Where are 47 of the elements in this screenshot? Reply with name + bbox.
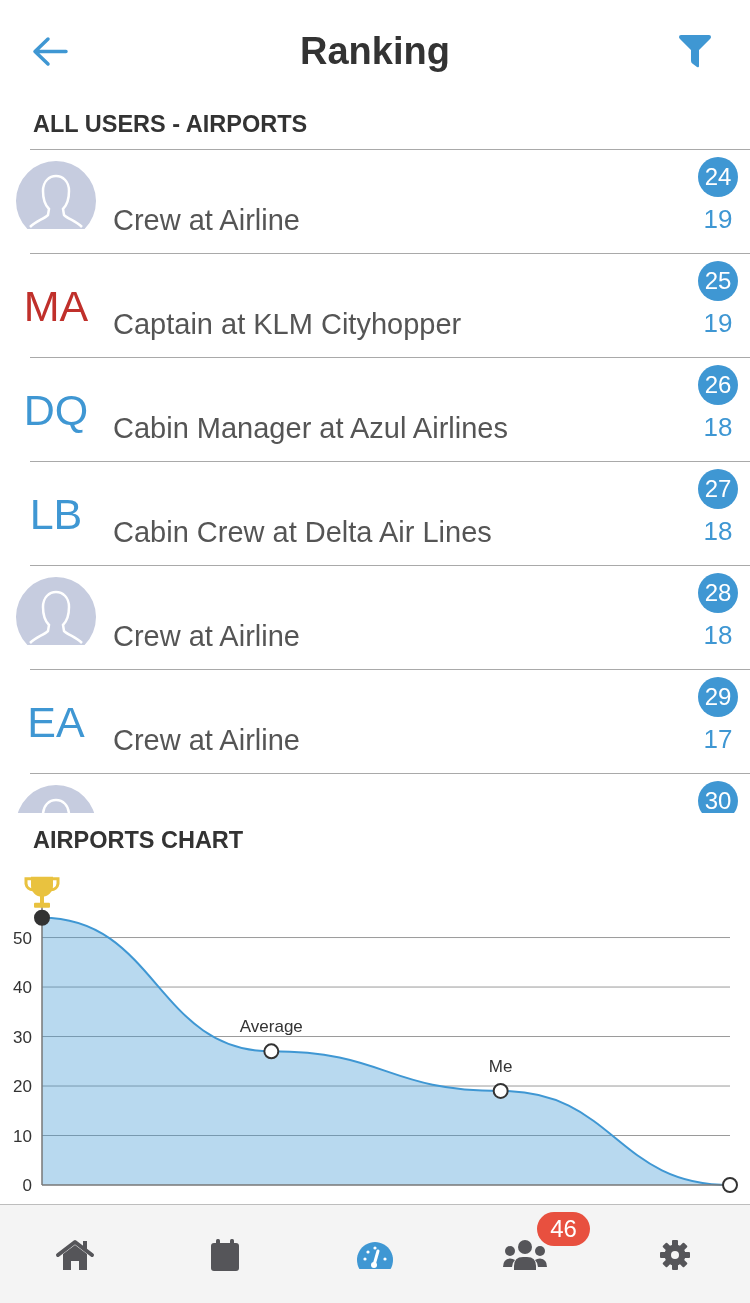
back-button[interactable] [32, 35, 68, 67]
user-role-text: Crew at Airline [113, 724, 300, 756]
score-text: 19 [703, 308, 733, 338]
user-role-text: Cabin Crew at Delta Air Lines [113, 516, 492, 548]
axis-tick-label: 0 [22, 1176, 32, 1195]
data-point [492, 1082, 509, 1099]
axis-tick-label: 30 [13, 1027, 32, 1047]
avatar-initials: EA [27, 701, 85, 744]
gauge-icon[interactable] [357, 1241, 393, 1269]
rank-badge: 27 [698, 469, 738, 509]
point-label: Average [239, 1017, 303, 1037]
axis-tick-label: 10 [13, 1126, 32, 1146]
user-role-text: Cabin Manager at Azul Airlines [113, 412, 508, 444]
rank-badge: 24 [698, 157, 738, 197]
score-text: 17 [703, 724, 733, 754]
user-role-text: Crew at Airline [113, 204, 300, 236]
axis-tick-label: 40 [13, 978, 32, 998]
rank-badge: 29 [698, 677, 738, 717]
notification-badge: 46 [537, 1212, 590, 1246]
settings-icon[interactable] [660, 1240, 690, 1270]
rank-badge: 30 [698, 781, 738, 813]
score-text: 18 [703, 516, 733, 546]
home-icon[interactable] [55, 1239, 95, 1271]
rank-badge: 28 [698, 573, 738, 613]
score-text: 18 [703, 412, 733, 442]
data-point [263, 1043, 280, 1060]
axis-tick-label: 50 [13, 928, 32, 948]
score-text: 19 [703, 204, 733, 234]
calendar-icon[interactable] [211, 1239, 239, 1271]
section-heading: AIRPORTS CHART [32, 826, 245, 855]
point-label: Me [488, 1056, 513, 1076]
page-title: Ranking [300, 29, 450, 74]
data-point [722, 1177, 738, 1193]
user-role-text: Captain at KLM Cityhopper [113, 308, 462, 340]
section-heading: ALL USERS - AIRPORTS [32, 110, 309, 139]
axis-tick-label: 20 [13, 1077, 32, 1096]
filter-button[interactable] [678, 34, 712, 68]
user-role-text: Crew at Airline [113, 620, 300, 652]
avatar-initials: DQ [23, 389, 89, 432]
score-text: 18 [703, 620, 733, 650]
trophy-icon [24, 876, 60, 908]
avatar-initials: LB [29, 493, 83, 536]
rank-badge: 25 [698, 261, 738, 301]
avatar-initials: MA [23, 285, 89, 328]
people-icon[interactable] [503, 1240, 547, 1270]
rank-badge: 26 [698, 365, 738, 405]
data-point [34, 909, 50, 926]
